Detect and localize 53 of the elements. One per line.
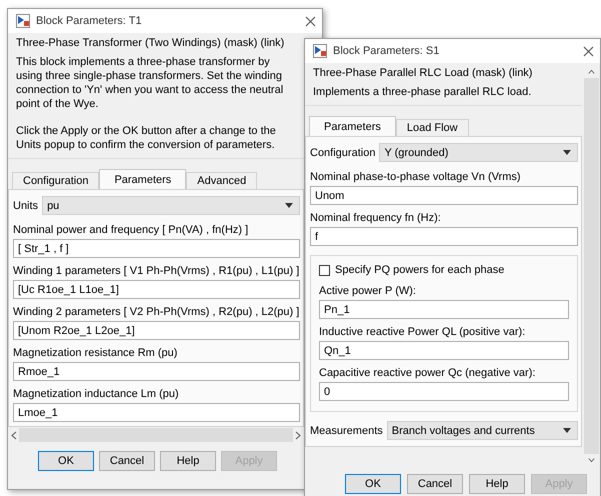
dialog-button[interactable]: OK: [38, 451, 94, 471]
block-icon: [16, 14, 30, 28]
checkbox-label: Specify PQ powers for each phase: [335, 264, 504, 276]
field-label: Inductive reactive Power QL (positive var):: [319, 326, 526, 338]
field-label: Capacitive reactive power Qc (negative var):: [319, 367, 536, 379]
input-field[interactable]: f: [310, 227, 578, 246]
dialog-button[interactable]: Cancel: [99, 451, 155, 471]
close-icon[interactable]: [305, 16, 316, 26]
tab[interactable]: Parameters: [309, 116, 396, 136]
block-header: Three-Phase Transformer (Two Windings) (mask) (link): [16, 37, 286, 49]
dropdown[interactable]: Branch voltages and currents: [386, 421, 578, 440]
tab[interactable]: Parameters: [99, 169, 186, 189]
window-title: Block Parameters: S1: [333, 45, 440, 57]
field-label: Nominal phase-to-phase voltage Vn (Vrms): [310, 171, 522, 183]
description-text: This block implements a three-phase transformer by using three single-phase transformers. Set the winding connection to 'Yn' when you want to access the neutral point of the Wye.: [16, 55, 284, 111]
field-label: Magnetization inductance Lm (pu): [13, 388, 180, 400]
tab[interactable]: Load Flow: [396, 119, 469, 136]
dialog-button[interactable]: Help: [160, 451, 216, 471]
input-field[interactable]: Rmoe_1: [13, 362, 300, 381]
description-text: Click the Apply or the OK button after a change to the Units popup to confirm the conversion of parameters.: [16, 124, 277, 152]
input-field[interactable]: [ Str_1 , f ]: [13, 239, 300, 258]
input-field[interactable]: Qn_1: [319, 341, 569, 360]
dialog-button[interactable]: Cancel: [407, 474, 463, 494]
input-field[interactable]: [Uc R1oe_1 L1oe_1]: [13, 280, 300, 299]
dropdown[interactable]: Y (grounded): [379, 143, 578, 162]
input-field[interactable]: Lmoe_1: [13, 403, 300, 422]
dialog-button[interactable]: Help: [469, 474, 525, 494]
block-icon: [313, 44, 327, 58]
dropdown[interactable]: pu: [42, 196, 300, 215]
input-field[interactable]: Unom: [310, 186, 578, 205]
checkbox[interactable]: [319, 264, 330, 276]
field-label: Magnetization resistance Rm (pu): [13, 347, 178, 359]
window-title: Block Parameters: T1: [36, 15, 143, 27]
caret-icon: [285, 203, 293, 208]
input-field[interactable]: Pn_1: [319, 300, 569, 319]
caret-icon: [563, 428, 571, 433]
field-label: Winding 2 parameters [ V2 Ph-Ph(Vrms) , R2(pu) , L2(pu) ]: [13, 306, 300, 318]
caret-icon: [563, 150, 571, 155]
close-icon[interactable]: [583, 46, 594, 56]
dialog-button[interactable]: OK: [345, 474, 401, 494]
field-label: Units: [13, 200, 38, 212]
field-label: Winding 1 parameters [ V1 Ph-Ph(Vrms) , R1(pu) , L1(pu) ]: [13, 265, 300, 277]
input-field[interactable]: 0: [319, 382, 569, 401]
field-label: Active power P (W):: [319, 285, 417, 297]
tab[interactable]: Configuration: [12, 172, 100, 189]
field-label: Nominal frequency fn (Hz):: [310, 212, 442, 224]
block-header: Three-Phase Parallel RLC Load (mask) (link): [313, 67, 534, 79]
field-label: Configuration: [310, 146, 376, 158]
input-field[interactable]: [Unom R2oe_1 L2oe_1]: [13, 321, 300, 340]
field-label: Measurements: [310, 424, 383, 436]
description-text: Implements a three-phase parallel RLC load.: [313, 85, 532, 99]
field-label: Nominal power and frequency [ Pn(VA) , fn(Hz) ]: [13, 224, 250, 236]
tab[interactable]: Advanced: [186, 172, 258, 189]
